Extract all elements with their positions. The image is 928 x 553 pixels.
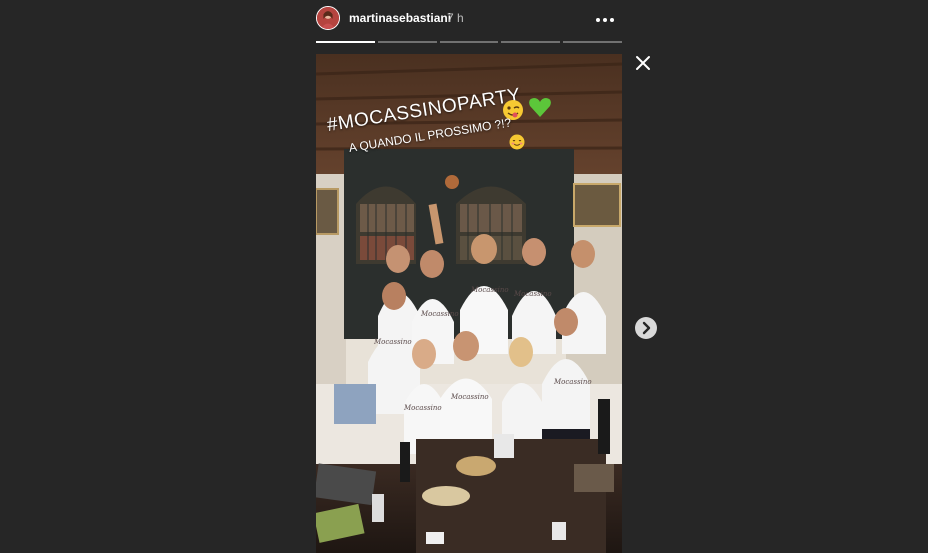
- svg-text:Mocassino: Mocassino: [420, 310, 459, 318]
- smiling-emoji-icon: [509, 134, 525, 150]
- story-header: martinasebastiani 7 h: [316, 4, 622, 34]
- story-media[interactable]: Mocassino Mocassino Mocassino Mocassino …: [316, 54, 622, 553]
- svg-text:Mocassino: Mocassino: [450, 393, 489, 401]
- svg-text:Mocassino: Mocassino: [470, 286, 509, 294]
- progress-segment: [563, 41, 622, 43]
- avatar[interactable]: [316, 6, 340, 30]
- svg-text:Mocassino: Mocassino: [513, 290, 552, 298]
- progress-segment: [316, 41, 375, 43]
- svg-text:Mocassino: Mocassino: [403, 404, 442, 412]
- username[interactable]: martinasebastiani: [349, 11, 451, 25]
- progress-segment: [439, 41, 499, 43]
- svg-text:Mocassino: Mocassino: [553, 378, 592, 386]
- more-options-icon[interactable]: [596, 9, 617, 27]
- green-heart-emoji-icon: [528, 96, 552, 118]
- progress-segment: [377, 41, 437, 43]
- close-icon[interactable]: [633, 53, 653, 73]
- post-time: 7 h: [447, 11, 464, 25]
- progress-segment: [501, 41, 561, 43]
- svg-text:Mocassino: Mocassino: [373, 338, 412, 346]
- next-arrow-icon[interactable]: [635, 317, 657, 339]
- story-progress-bar: [316, 41, 622, 43]
